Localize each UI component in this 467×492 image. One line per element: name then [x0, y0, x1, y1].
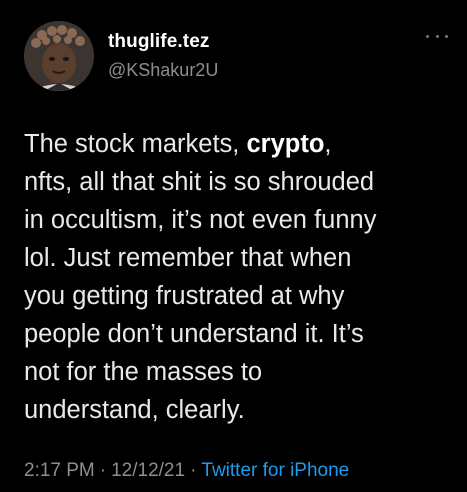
- meta-separator: ·: [99, 460, 107, 481]
- bold-term: crypto: [246, 130, 325, 158]
- tweet-line: nfts, all that shit is so shrouded: [24, 168, 375, 196]
- tweet-line: understand, clearly.: [24, 396, 245, 424]
- more-dot: [426, 34, 429, 38]
- tweet-line: not for the masses to: [24, 358, 263, 386]
- tweet-date[interactable]: 12/12/21: [111, 460, 185, 481]
- tweet-card: thuglife.tez @KShakur2U The stock market…: [0, 0, 467, 492]
- tweet-text-segment: ,: [324, 130, 332, 158]
- more-horizontal-icon[interactable]: [426, 30, 448, 42]
- meta-separator: ·: [190, 460, 197, 481]
- display-name[interactable]: thuglife.tez: [108, 30, 218, 54]
- tweet-line: The stock markets, crypto,: [24, 125, 454, 163]
- tweet-line: in occultism, it’s not even funny: [24, 206, 377, 234]
- more-dot: [435, 34, 439, 38]
- tweet-text-segment: The stock markets,: [24, 130, 247, 158]
- author-info: thuglife.tez @KShakur2U: [108, 30, 218, 82]
- handle[interactable]: @KShakur2U: [108, 58, 218, 82]
- tweet-line: lol. Just remember that when: [24, 244, 352, 272]
- tweet-time[interactable]: 2:17 PM: [24, 460, 95, 481]
- tweet-meta: 2:17 PM · 12/12/21 · Twitter for iPhone: [24, 459, 349, 483]
- tweet-line: people don’t understand it. It’s: [24, 320, 364, 348]
- more-dot: [445, 34, 448, 38]
- tweet-text: The stock markets, crypto, nfts, all tha…: [24, 125, 454, 429]
- tweet-source-link[interactable]: Twitter for iPhone: [201, 460, 349, 481]
- tweet-line: you getting frustrated at why: [24, 282, 345, 310]
- avatar-image: [24, 21, 94, 91]
- avatar[interactable]: [24, 21, 94, 91]
